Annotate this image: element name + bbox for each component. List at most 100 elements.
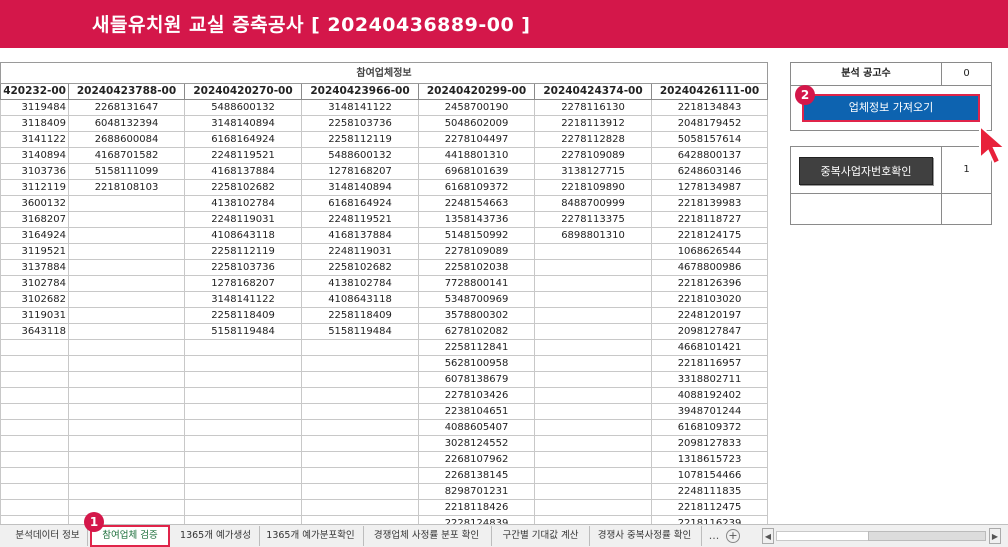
table-cell[interactable]: 4168701582 — [68, 147, 185, 164]
table-cell[interactable] — [534, 371, 652, 388]
table-cell[interactable]: 2098127847 — [651, 323, 768, 340]
table-cell[interactable]: 4168137884 — [184, 163, 302, 180]
table-cell[interactable] — [68, 355, 185, 372]
table-cell[interactable] — [534, 339, 652, 356]
table-cell[interactable] — [534, 323, 652, 340]
table-cell[interactable] — [184, 435, 302, 452]
table-cell[interactable]: 2248119031 — [301, 243, 419, 260]
table-cell[interactable]: 5488600132 — [184, 99, 302, 116]
table-cell[interactable] — [184, 387, 302, 404]
table-cell[interactable] — [0, 515, 69, 524]
table-cell[interactable]: 2278112828 — [534, 131, 652, 148]
table-cell[interactable]: 5048602009 — [418, 115, 535, 132]
table-cell[interactable]: 3148140894 — [301, 179, 419, 196]
table-cell[interactable]: 4418801310 — [418, 147, 535, 164]
table-cell[interactable]: 2258112119 — [184, 243, 302, 260]
table-cell[interactable] — [0, 451, 69, 468]
table-cell[interactable]: 1068626544 — [651, 243, 768, 260]
table-cell[interactable] — [0, 483, 69, 500]
scrollbar-thumb[interactable] — [868, 531, 986, 541]
table-cell[interactable] — [301, 387, 419, 404]
table-cell[interactable]: 2048179452 — [651, 115, 768, 132]
table-cell[interactable]: 3141122 — [0, 131, 69, 148]
table-cell[interactable]: 2258112119 — [301, 131, 419, 148]
table-cell[interactable] — [534, 435, 652, 452]
table-cell[interactable]: 1318615723 — [651, 451, 768, 468]
table-cell[interactable] — [534, 243, 652, 260]
table-cell[interactable]: 3148140894 — [184, 115, 302, 132]
table-cell[interactable] — [68, 339, 185, 356]
table-cell[interactable] — [184, 483, 302, 500]
sheet-tab[interactable]: 경쟁업체 사정률 분포 확인 — [362, 526, 492, 546]
table-cell[interactable]: 2258102682 — [301, 259, 419, 276]
table-cell[interactable]: 5158119484 — [301, 323, 419, 340]
table-cell[interactable]: 2098127833 — [651, 435, 768, 452]
table-cell[interactable]: 5158119484 — [184, 323, 302, 340]
table-cell[interactable] — [184, 355, 302, 372]
table-cell[interactable]: 2268138145 — [418, 467, 535, 484]
table-cell[interactable]: 3318802711 — [651, 371, 768, 388]
table-cell[interactable]: 2278113375 — [534, 211, 652, 228]
table-cell[interactable]: 4138102784 — [184, 195, 302, 212]
table-cell[interactable]: 2258118409 — [184, 307, 302, 324]
table-cell[interactable]: 3578800302 — [418, 307, 535, 324]
table-cell[interactable] — [0, 499, 69, 516]
table-cell[interactable]: 3119521 — [0, 243, 69, 260]
table-cell[interactable]: 2278116130 — [534, 99, 652, 116]
table-cell[interactable] — [68, 387, 185, 404]
table-cell[interactable]: 2258103736 — [184, 259, 302, 276]
table-cell[interactable] — [184, 339, 302, 356]
table-cell[interactable] — [534, 451, 652, 468]
scroll-left-icon[interactable]: ◀ — [762, 528, 774, 544]
table-cell[interactable]: 2218118727 — [651, 211, 768, 228]
table-cell[interactable] — [184, 451, 302, 468]
table-cell[interactable] — [534, 499, 652, 516]
table-cell[interactable] — [68, 403, 185, 420]
table-cell[interactable]: 2258112841 — [418, 339, 535, 356]
table-cell[interactable]: 4668101421 — [651, 339, 768, 356]
table-cell[interactable] — [301, 483, 419, 500]
table-cell[interactable]: 6048132394 — [68, 115, 185, 132]
table-cell[interactable]: 2258118409 — [301, 307, 419, 324]
table-cell[interactable]: 2278103426 — [418, 387, 535, 404]
table-cell[interactable] — [68, 259, 185, 276]
table-cell[interactable] — [301, 355, 419, 372]
sheet-tab[interactable]: 1365개 예가분포확인 — [258, 526, 364, 546]
table-cell[interactable]: 3148141122 — [184, 291, 302, 308]
table-cell[interactable]: 4108643118 — [301, 291, 419, 308]
table-cell[interactable]: 8488700999 — [534, 195, 652, 212]
table-cell[interactable] — [68, 275, 185, 292]
table-cell[interactable] — [184, 403, 302, 420]
table-cell[interactable]: 3103736 — [0, 163, 69, 180]
table-cell[interactable]: 3119031 — [0, 307, 69, 324]
table-cell[interactable] — [534, 275, 652, 292]
table-cell[interactable] — [534, 291, 652, 308]
table-cell[interactable]: 5488600132 — [301, 147, 419, 164]
table-cell[interactable] — [68, 499, 185, 516]
table-cell[interactable]: 2248119521 — [184, 147, 302, 164]
table-cell[interactable]: 4168137884 — [301, 227, 419, 244]
table-cell[interactable]: 2248119031 — [184, 211, 302, 228]
table-cell[interactable] — [0, 467, 69, 484]
table-cell[interactable]: 6968101639 — [418, 163, 535, 180]
table-cell[interactable]: 2278104497 — [418, 131, 535, 148]
table-cell[interactable]: 3102682 — [0, 291, 69, 308]
table-cell[interactable]: 3600132 — [0, 195, 69, 212]
table-cell[interactable]: 3028124552 — [418, 435, 535, 452]
table-cell[interactable]: 6278102082 — [418, 323, 535, 340]
table-cell[interactable] — [68, 435, 185, 452]
table-cell[interactable]: 4088192402 — [651, 387, 768, 404]
table-cell[interactable]: 6428800137 — [651, 147, 768, 164]
table-cell[interactable] — [0, 419, 69, 436]
table-cell[interactable] — [0, 403, 69, 420]
table-cell[interactable]: 2218112475 — [651, 499, 768, 516]
scroll-right-icon[interactable]: ▶ — [989, 528, 1001, 544]
table-cell[interactable] — [301, 339, 419, 356]
table-cell[interactable]: 4138102784 — [301, 275, 419, 292]
table-cell[interactable]: 2218118426 — [418, 499, 535, 516]
table-cell[interactable] — [68, 307, 185, 324]
table-cell[interactable] — [0, 387, 69, 404]
table-cell[interactable]: 2258102038 — [418, 259, 535, 276]
table-cell[interactable] — [534, 419, 652, 436]
table-cell[interactable]: 6168109372 — [418, 179, 535, 196]
